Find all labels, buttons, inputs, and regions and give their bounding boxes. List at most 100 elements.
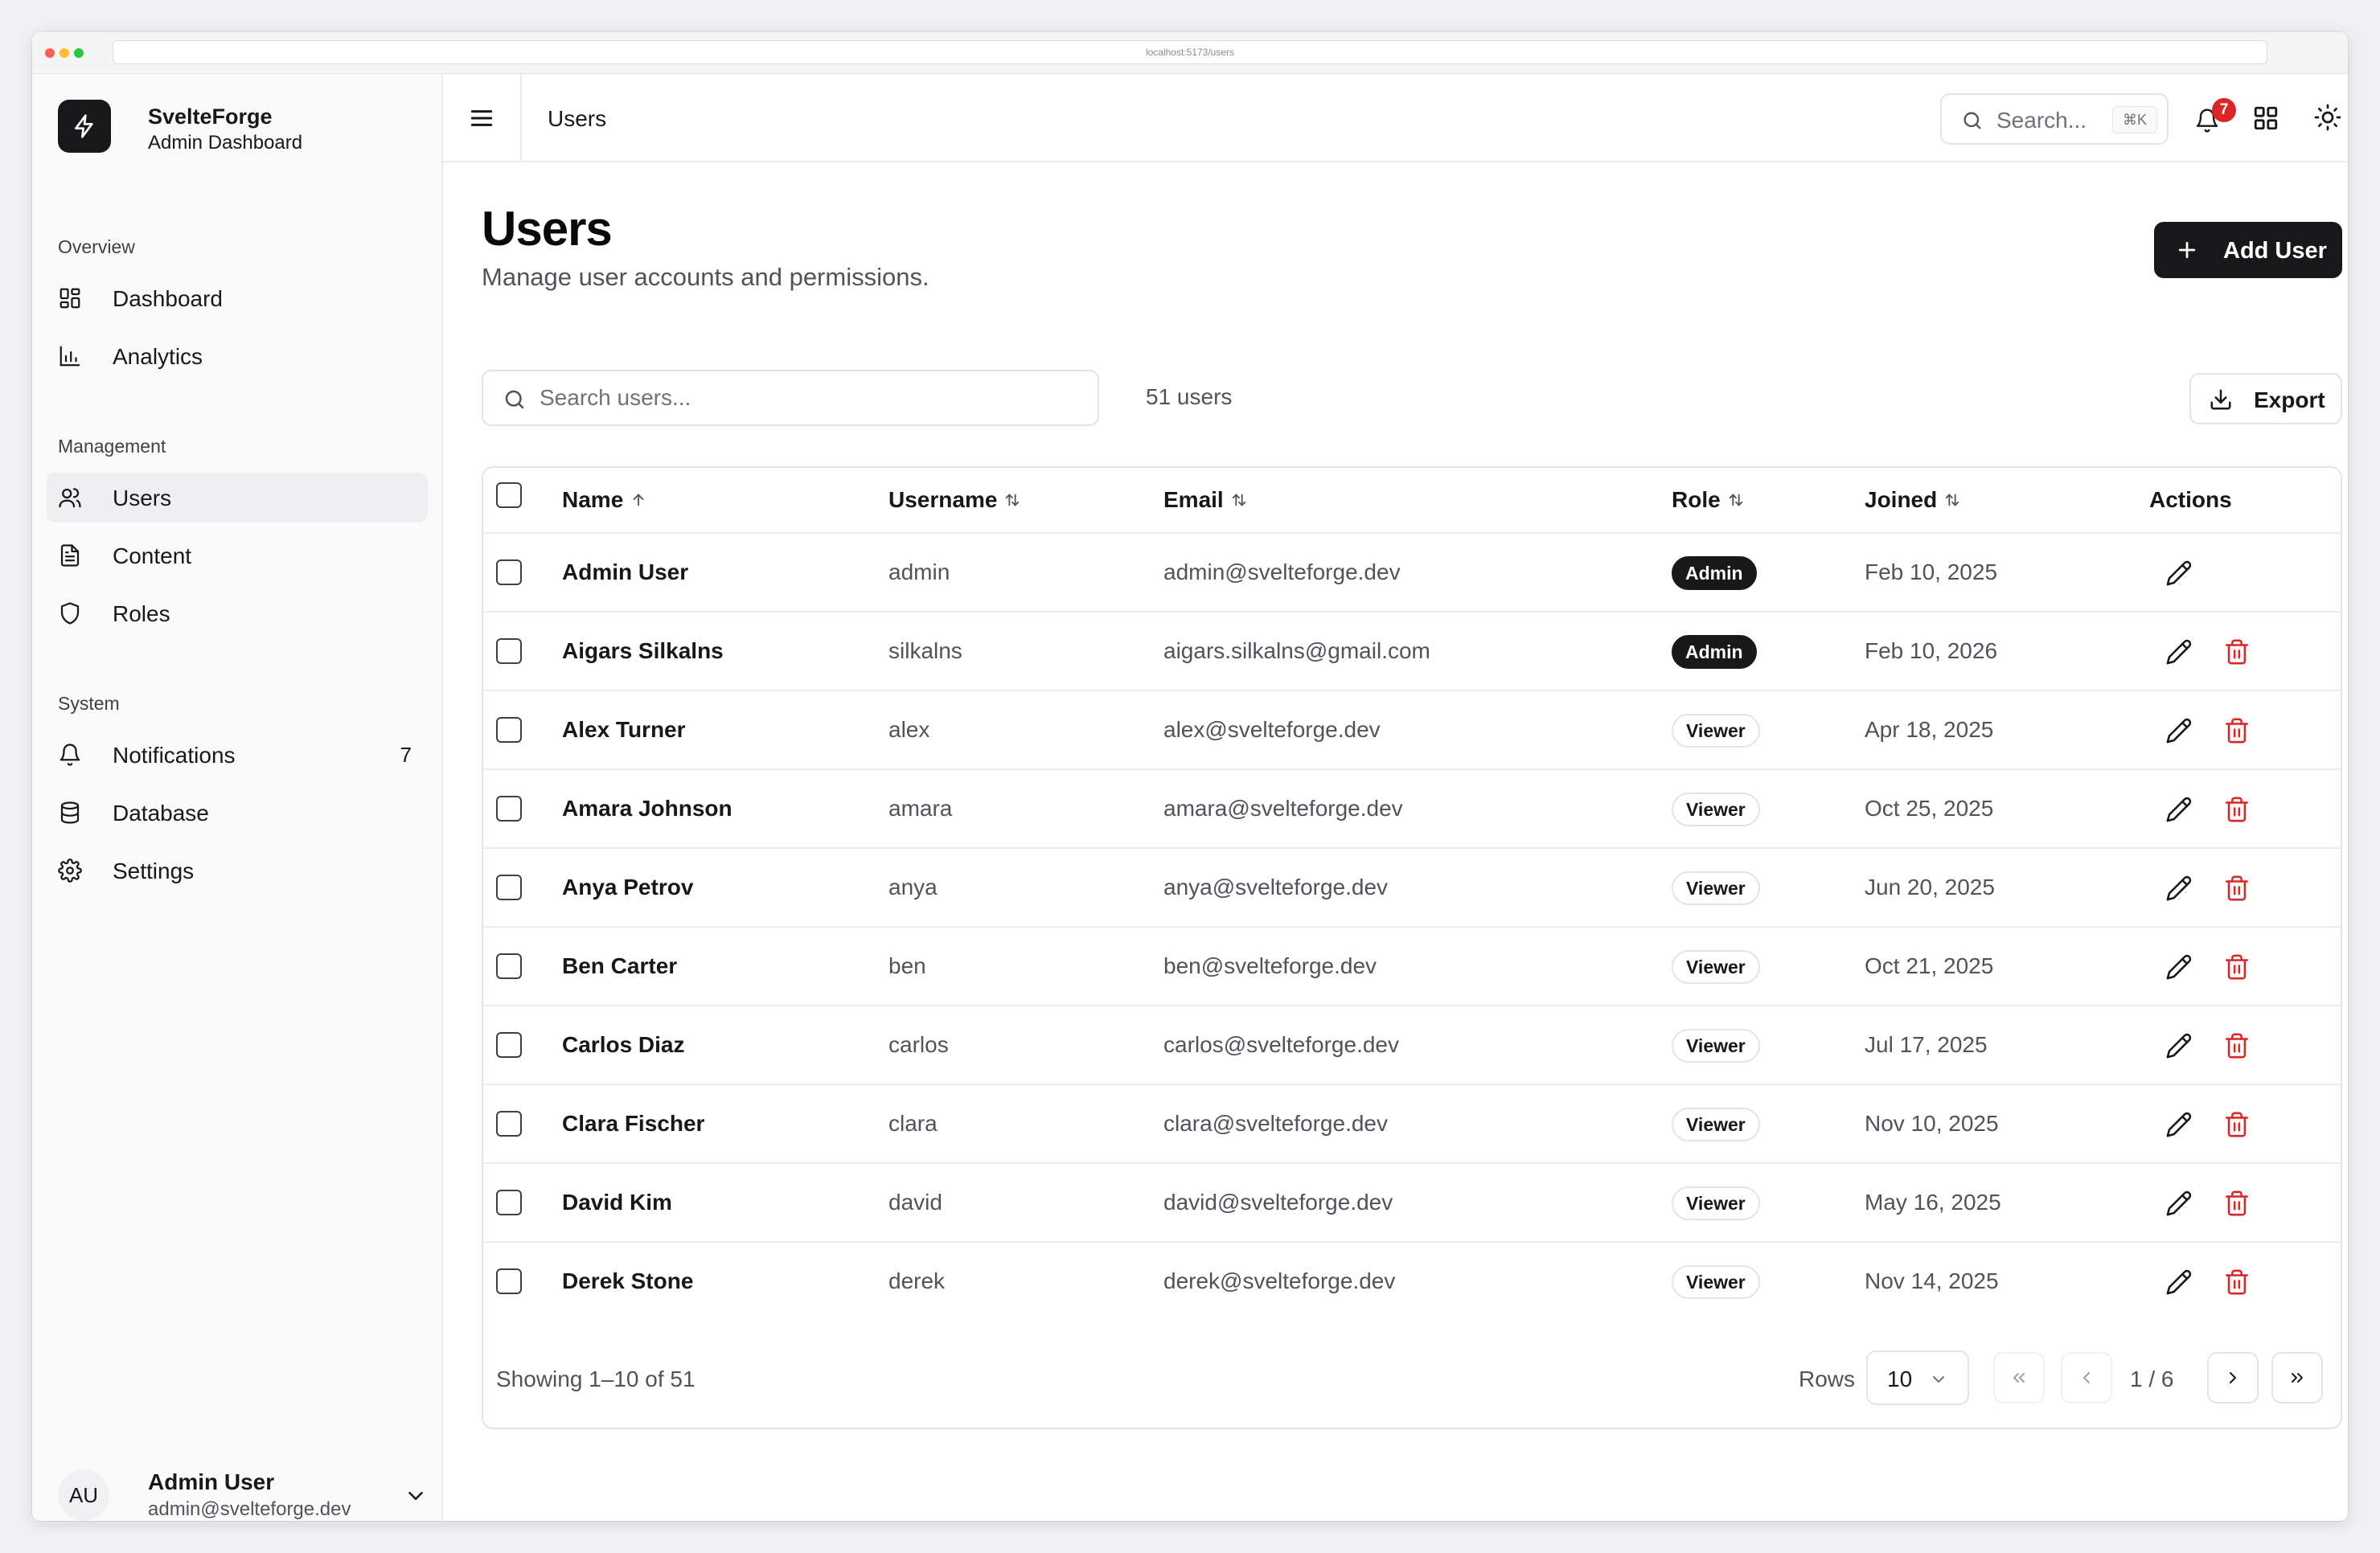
browser-chrome: localhost:5173/users (32, 32, 2348, 74)
apps-grid-icon[interactable] (2252, 104, 2279, 132)
users-table: Name Username Email Role Joined Actions … (482, 466, 2342, 1429)
table-row[interactable]: Clara Fischer clara clara@svelteforge.dev V… (483, 1085, 2341, 1164)
trash-icon[interactable] (2223, 717, 2251, 744)
next-page-button[interactable] (2207, 1352, 2259, 1403)
topbar-divider (520, 74, 522, 161)
row-checkbox[interactable] (496, 1190, 522, 1215)
select-all-checkbox[interactable] (496, 482, 522, 508)
export-button[interactable]: Export (2189, 373, 2342, 424)
trash-icon[interactable] (2223, 638, 2251, 666)
trash-icon[interactable] (2223, 1032, 2251, 1059)
trash-icon[interactable] (2223, 1111, 2251, 1138)
edit-icon[interactable] (2165, 638, 2193, 666)
table-row[interactable]: Alex Turner alex alex@svelteforge.dev Viewe… (483, 691, 2341, 770)
cell-username: alex (888, 717, 930, 742)
trash-icon[interactable] (2223, 1190, 2251, 1217)
menu-icon[interactable] (466, 102, 498, 134)
column-header-joined[interactable]: Joined (1865, 487, 1961, 513)
trash-icon[interactable] (2223, 953, 2251, 981)
add-user-button[interactable]: Add User (2154, 222, 2342, 278)
table-row[interactable]: Anya Petrov anya anya@svelteforge.dev Viewe… (483, 849, 2341, 928)
edit-icon[interactable] (2165, 717, 2193, 744)
row-checkbox[interactable] (496, 717, 522, 743)
cell-name: Carlos Diaz (562, 1032, 685, 1057)
cell-name: Anya Petrov (562, 875, 694, 899)
edit-icon[interactable] (2165, 953, 2193, 981)
minimize-window-button[interactable] (60, 48, 69, 58)
edit-icon[interactable] (2165, 796, 2193, 823)
cell-joined: Jul 17, 2025 (1865, 1032, 1988, 1057)
sidebar-item-analytics[interactable]: Analytics (47, 331, 428, 381)
notifications-button[interactable]: 7 (2188, 98, 2236, 138)
maximize-window-button[interactable] (74, 48, 84, 58)
table-row[interactable]: Carlos Diaz carlos carlos@svelteforge.dev V… (483, 1006, 2341, 1085)
chevron-down-icon[interactable] (404, 1484, 428, 1508)
cell-name: Admin User (562, 559, 689, 584)
pagination: Showing 1–10 of 51 Rows 10 1 / 6 (483, 1350, 2341, 1429)
page-indicator: 1 / 6 (2130, 1367, 2174, 1391)
global-search-button[interactable]: Search... ⌘K (1940, 93, 2169, 145)
breadcrumb: Users (548, 106, 607, 131)
row-checkbox[interactable] (496, 1111, 522, 1137)
table-row[interactable]: David Kim david david@svelteforge.dev Viewe… (483, 1164, 2341, 1243)
sidebar-item-notifications[interactable]: Notifications 7 (47, 730, 428, 780)
row-checkbox[interactable] (496, 953, 522, 979)
sun-icon[interactable] (2313, 103, 2342, 132)
sort-icon (1232, 493, 1245, 506)
app-window: localhost:5173/users SvelteForge Admin D… (32, 32, 2348, 1521)
role-badge: Viewer (1672, 714, 1760, 748)
address-bar[interactable]: localhost:5173/users (113, 40, 2267, 64)
column-header-username[interactable]: Username (888, 487, 1021, 513)
edit-icon[interactable] (2165, 559, 2193, 587)
table-row[interactable]: Ben Carter ben ben@svelteforge.dev Viewer Oc… (483, 928, 2341, 1006)
sidebar: SvelteForge Admin Dashboard Overview Das… (32, 74, 443, 1521)
global-search-placeholder: Search... (1996, 108, 2087, 133)
sidebar-item-roles[interactable]: Roles (47, 588, 428, 638)
edit-icon[interactable] (2165, 1032, 2193, 1059)
column-header-name[interactable]: Name (562, 487, 647, 513)
cell-joined: Oct 25, 2025 (1865, 796, 1994, 821)
trash-icon[interactable] (2223, 796, 2251, 823)
sidebar-item-settings[interactable]: Settings (47, 846, 428, 895)
row-checkbox[interactable] (496, 1032, 522, 1058)
column-header-email[interactable]: Email (1163, 487, 1248, 513)
cell-username: admin (888, 559, 950, 584)
close-window-button[interactable] (45, 48, 55, 58)
edit-icon[interactable] (2165, 1190, 2193, 1217)
edit-icon[interactable] (2165, 875, 2193, 902)
row-checkbox[interactable] (496, 796, 522, 822)
trash-icon[interactable] (2223, 1268, 2251, 1296)
sidebar-item-label: Users (113, 486, 172, 510)
sidebar-item-dashboard[interactable]: Dashboard (47, 273, 428, 323)
table-row[interactable]: Aigars Silkalns silkalns aigars.silkalns@g… (483, 613, 2341, 691)
column-header-role[interactable]: Role (1672, 487, 1745, 513)
sidebar-item-content[interactable]: Content (47, 531, 428, 580)
user-menu[interactable]: AU Admin User admin@svelteforge.dev (58, 1468, 428, 1521)
edit-icon[interactable] (2165, 1111, 2193, 1138)
row-checkbox[interactable] (496, 638, 522, 664)
sidebar-item-database[interactable]: Database (47, 788, 428, 838)
first-page-button[interactable] (1993, 1352, 2045, 1403)
row-checkbox[interactable] (496, 559, 522, 585)
search-icon (505, 390, 524, 409)
topbar: Users Search... ⌘K 7 (443, 74, 2348, 162)
nav-group-system: System (58, 693, 120, 714)
table-row[interactable]: Admin User admin admin@svelteforge.dev Admi… (483, 534, 2341, 613)
table-row[interactable]: Amara Johnson amara amara@svelteforge.dev V… (483, 770, 2341, 849)
edit-icon[interactable] (2165, 1268, 2193, 1296)
trash-icon[interactable] (2223, 875, 2251, 902)
last-page-button[interactable] (2271, 1352, 2323, 1403)
page-title: Users (482, 202, 613, 256)
users-icon (59, 488, 81, 508)
sidebar-item-users[interactable]: Users (47, 473, 428, 522)
users-search-input[interactable] (540, 371, 1086, 424)
table-row[interactable]: Derek Stone derek derek@svelteforge.dev Vie… (483, 1243, 2341, 1321)
rows-per-page-select[interactable]: 10 (1866, 1350, 1969, 1405)
row-checkbox[interactable] (496, 875, 522, 900)
row-checkbox[interactable] (496, 1268, 522, 1294)
brand[interactable]: SvelteForge Admin Dashboard (58, 100, 428, 154)
sidebar-item-label: Settings (113, 858, 195, 883)
cell-name: Amara Johnson (562, 796, 732, 821)
previous-page-button[interactable] (2061, 1352, 2112, 1403)
cell-joined: Nov 10, 2025 (1865, 1111, 1999, 1136)
